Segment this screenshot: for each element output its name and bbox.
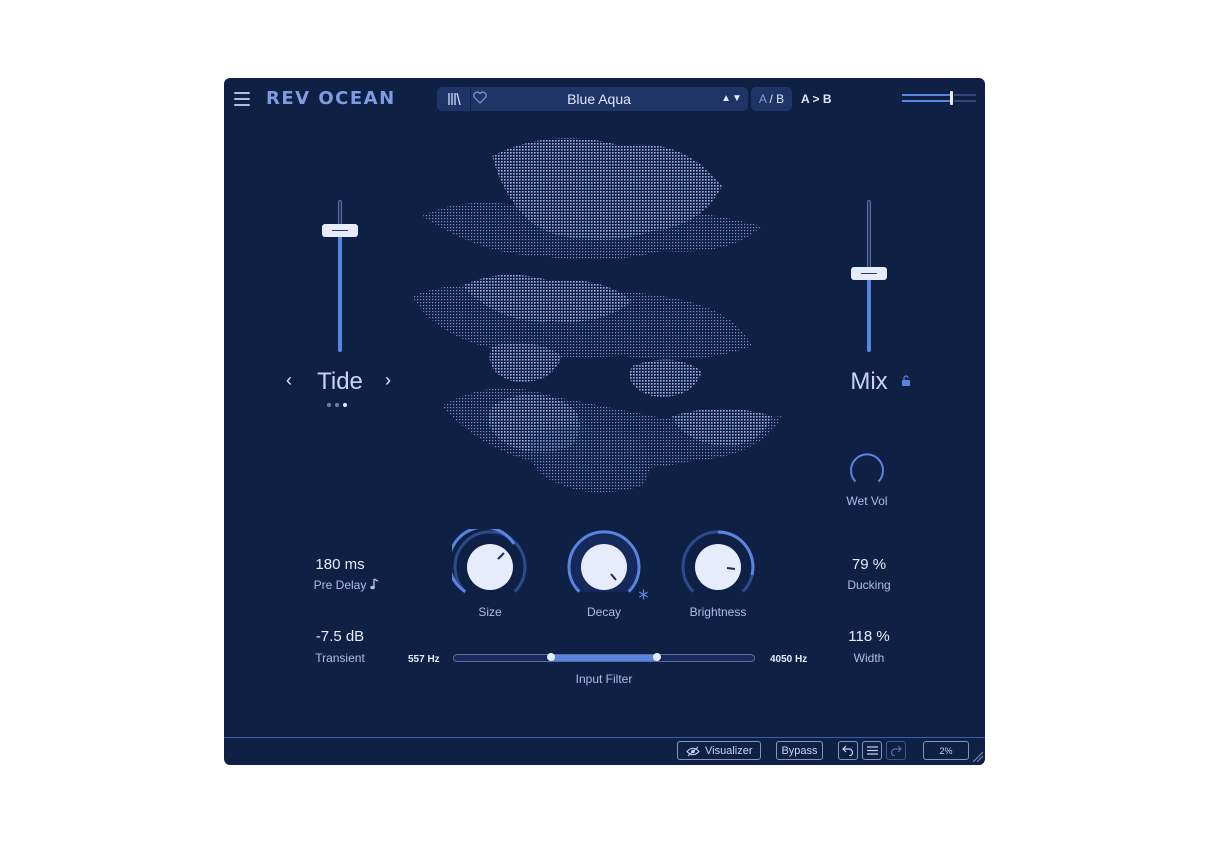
mix-slider[interactable]	[849, 200, 889, 355]
ab-b-label: B	[776, 92, 785, 106]
history-list-button[interactable]	[862, 741, 882, 760]
wet-vol-knob[interactable]	[846, 449, 888, 491]
footer-bar: Visualizer Bypass 2%	[224, 737, 985, 765]
redo-button[interactable]	[886, 741, 906, 760]
mix-slider-handle[interactable]	[851, 267, 887, 280]
zoom-button[interactable]: 2%	[923, 741, 969, 760]
brightness-label: Brightness	[689, 605, 747, 619]
next-mode-arrow[interactable]: ›	[385, 370, 391, 391]
bypass-button[interactable]: Bypass	[776, 741, 823, 760]
redo-icon	[890, 745, 902, 756]
preset-bar: Blue Aqua ▲▼	[437, 87, 748, 111]
note-sync-icon[interactable]	[370, 578, 380, 590]
list-icon	[867, 746, 878, 755]
visualizer-toggle-button[interactable]: Visualizer	[677, 741, 761, 760]
ab-separator: /	[766, 92, 777, 106]
favorite-heart-icon[interactable]	[473, 91, 489, 107]
input-filter-low-handle[interactable]	[547, 653, 555, 661]
size-label: Size	[478, 605, 502, 619]
size-knob[interactable]	[452, 529, 528, 605]
transient-value[interactable]: -7.5 dB	[285, 628, 395, 645]
mode-page-dots[interactable]	[327, 403, 347, 407]
brightness-knob[interactable]	[680, 529, 756, 605]
output-level-slider[interactable]	[902, 91, 976, 105]
tide-label: Tide	[317, 368, 363, 395]
input-filter-range-slider[interactable]	[453, 653, 755, 663]
input-filter-high-handle[interactable]	[653, 653, 661, 661]
ducking-value[interactable]: 79 %	[814, 556, 924, 573]
transient-label: Transient	[315, 651, 365, 665]
plugin-window: REV OCEAN Blue Aqua ▲▼ A / B A > B ‹ Tid…	[224, 78, 985, 765]
tide-slider-handle[interactable]	[322, 224, 358, 237]
preset-name[interactable]: Blue Aqua	[497, 87, 701, 111]
wet-vol-label: Wet Vol	[846, 494, 888, 508]
undo-icon	[842, 745, 854, 756]
mix-label: Mix	[850, 368, 888, 395]
library-icon[interactable]	[437, 87, 471, 111]
prev-mode-arrow[interactable]: ‹	[286, 370, 292, 391]
app-title: REV OCEAN	[266, 88, 396, 109]
ducking-label: Ducking	[847, 578, 891, 592]
output-level-thumb[interactable]	[950, 91, 953, 105]
decay-knob[interactable]	[566, 529, 642, 605]
pre-delay-value[interactable]: 180 ms	[285, 556, 395, 573]
freeze-snowflake-icon[interactable]	[638, 589, 649, 600]
width-value[interactable]: 118 %	[814, 628, 924, 645]
visualizer-wave-shape	[629, 359, 702, 397]
width-label: Width	[853, 651, 885, 665]
input-filter-low-value[interactable]: 557 Hz	[408, 654, 440, 665]
visualizer-label: Visualizer	[705, 745, 753, 757]
hamburger-menu-icon[interactable]	[234, 92, 250, 106]
decay-label: Decay	[586, 605, 621, 619]
mode-page-dot[interactable]	[343, 403, 347, 407]
eye-hidden-icon	[686, 746, 700, 757]
lock-icon[interactable]	[901, 375, 911, 386]
resize-grip-icon[interactable]	[971, 750, 983, 762]
mode-page-dot[interactable]	[327, 403, 331, 407]
a-to-b-button[interactable]: A > B	[801, 87, 832, 111]
mode-page-dot[interactable]	[335, 403, 339, 407]
input-filter-high-value[interactable]: 4050 Hz	[770, 654, 807, 665]
undo-button[interactable]	[838, 741, 858, 760]
preset-nav-arrows[interactable]: ▲▼	[717, 87, 747, 111]
input-filter-label: Input Filter	[575, 672, 633, 686]
ocean-visualizer	[412, 138, 782, 493]
tide-slider[interactable]	[320, 200, 360, 355]
ab-toggle[interactable]: A / B	[751, 87, 792, 111]
